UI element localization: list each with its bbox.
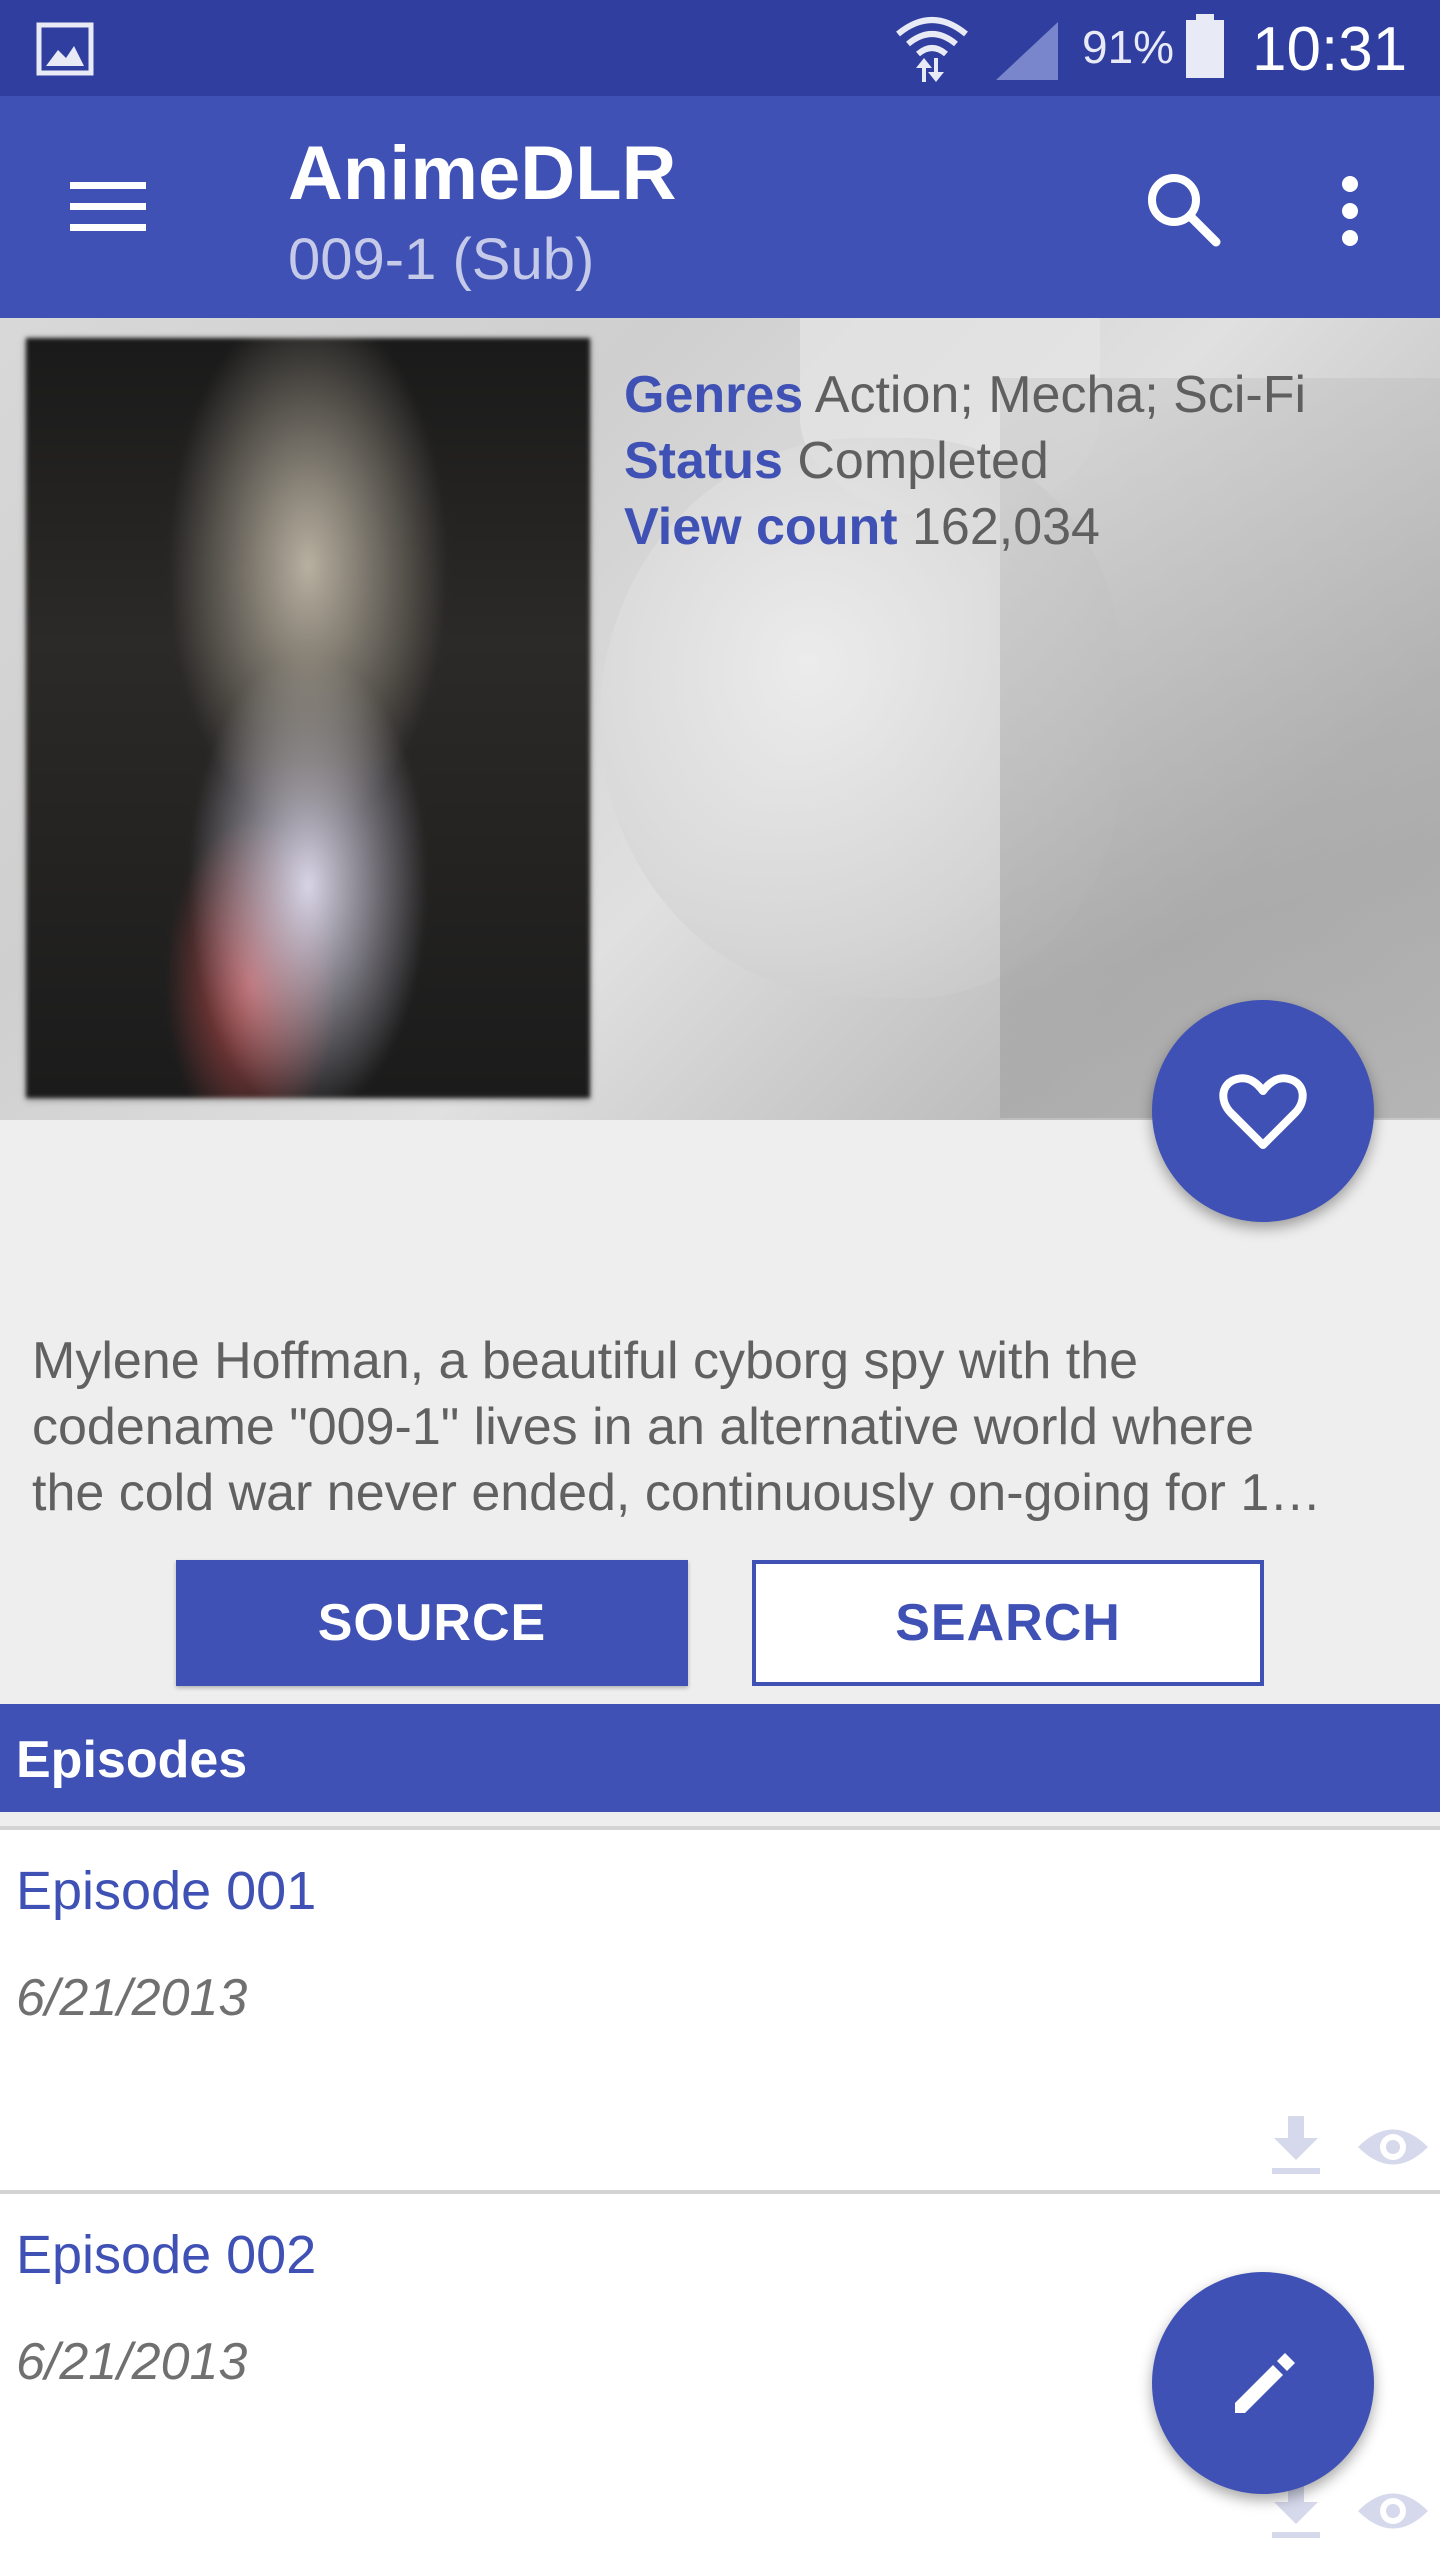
more-vert-icon <box>1342 176 1358 246</box>
search-button[interactable] <box>1140 166 1230 256</box>
download-icon[interactable] <box>1268 2114 1324 2178</box>
synopsis-line: Mylene Hoffman, a beautiful cyborg spy w… <box>32 1332 1139 1390</box>
menu-button[interactable] <box>56 166 166 246</box>
cover-image <box>26 338 590 1098</box>
clock: 10:31 <box>1252 15 1408 84</box>
signal-icon <box>996 22 1058 80</box>
episode-title: Episode 001 <box>16 1861 317 1921</box>
episode-date: 6/21/2013 <box>16 2333 248 2391</box>
eye-icon[interactable] <box>1356 2484 1430 2538</box>
genres-value: Action; Mecha; Sci-Fi <box>814 366 1307 424</box>
view-count-row: View count 162,034 <box>624 494 1306 560</box>
pencil-icon <box>1235 2353 1295 2413</box>
episodes-header-label: Episodes <box>16 1731 248 1789</box>
episode-date: 6/21/2013 <box>16 1969 248 2027</box>
status-row: Status Completed <box>624 428 1306 494</box>
genres-row: Genres Action; Mecha; Sci-Fi <box>624 362 1306 428</box>
view-count-value: 162,034 <box>912 498 1100 556</box>
app-toolbar: AnimeDLR 009-1 (Sub) <box>0 96 1440 318</box>
battery-icon <box>1186 14 1224 78</box>
episodes-header: Episodes <box>0 1704 1440 1812</box>
synopsis-line: codename "009-1" lives in an alternative… <box>32 1398 1255 1456</box>
search-web-button[interactable]: SEARCH <box>752 1560 1264 1686</box>
gallery-icon <box>36 22 94 76</box>
synopsis-line: the cold war never ended, continuously o… <box>32 1464 1322 1522</box>
search-icon <box>1148 174 1221 247</box>
anime-info: Genres Action; Mecha; Sci-Fi Status Comp… <box>624 362 1306 560</box>
list-item[interactable]: Episode 001 6/21/2013 <box>0 1826 1440 2194</box>
app-title: AnimeDLR <box>288 131 677 216</box>
source-button[interactable]: SOURCE <box>176 1560 688 1686</box>
app-subtitle: 009-1 (Sub) <box>288 227 595 292</box>
eye-icon[interactable] <box>1356 2120 1430 2174</box>
more-options-button[interactable] <box>1320 166 1380 256</box>
view-count-label: View count <box>624 498 898 556</box>
synopsis[interactable]: Mylene Hoffman, a beautiful cyborg spy w… <box>32 1328 1412 1526</box>
heart-icon <box>1219 1074 1307 1149</box>
menu-icon <box>70 182 146 231</box>
status-bar: 91% 10:31 <box>0 0 1440 96</box>
wifi-icon <box>896 17 968 82</box>
status-label: Status <box>624 432 783 490</box>
edit-button[interactable] <box>1152 2272 1374 2494</box>
status-value: Completed <box>797 432 1049 490</box>
episode-title: Episode 002 <box>16 2225 317 2285</box>
battery-percent: 91% <box>1082 21 1175 73</box>
genres-label: Genres <box>624 366 804 424</box>
favorite-button[interactable] <box>1152 1000 1374 1222</box>
